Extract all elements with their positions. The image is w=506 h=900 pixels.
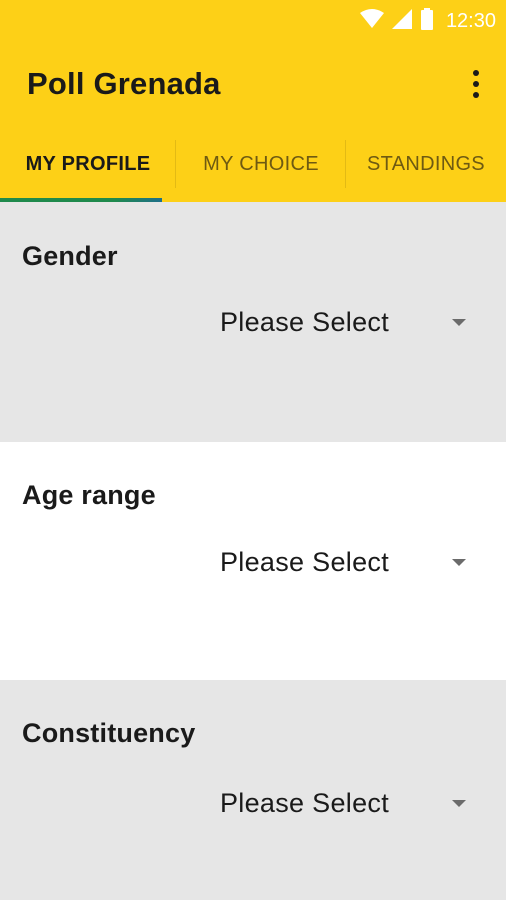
constituency-select[interactable]: Please Select bbox=[220, 781, 480, 825]
age-range-select-value: Please Select bbox=[220, 546, 389, 577]
age-range-section: Age range Please Select bbox=[0, 442, 506, 680]
constituency-section: Constituency Please Select bbox=[0, 680, 506, 900]
app-bar: Poll Grenada bbox=[0, 42, 506, 126]
more-vertical-icon[interactable] bbox=[464, 64, 488, 104]
cell-signal-icon bbox=[391, 8, 412, 34]
gender-section: Gender Please Select bbox=[0, 202, 506, 442]
constituency-label: Constituency bbox=[22, 718, 196, 748]
wifi-icon bbox=[359, 8, 384, 34]
tab-label: MY CHOICE bbox=[203, 152, 319, 175]
status-icons: 12:30 bbox=[359, 7, 496, 35]
status-bar: 12:30 bbox=[0, 0, 506, 42]
age-range-label: Age range bbox=[22, 480, 156, 510]
app-title: Poll Grenada bbox=[27, 66, 221, 101]
gender-select-value: Please Select bbox=[220, 306, 389, 337]
tab-label: STANDINGS bbox=[367, 152, 485, 175]
age-range-select[interactable]: Please Select bbox=[220, 540, 480, 584]
constituency-select-value: Please Select bbox=[220, 787, 389, 818]
gender-label: Gender bbox=[22, 241, 118, 271]
dropdown-arrow-icon bbox=[452, 318, 466, 326]
dropdown-arrow-icon bbox=[452, 558, 466, 566]
status-time: 12:30 bbox=[445, 9, 496, 32]
tab-label: MY PROFILE bbox=[25, 152, 151, 175]
battery-icon bbox=[420, 7, 434, 35]
dropdown-arrow-icon bbox=[452, 799, 466, 807]
gender-select[interactable]: Please Select bbox=[220, 300, 480, 344]
tab-standings[interactable]: STANDINGS bbox=[346, 126, 506, 202]
tab-my-profile[interactable]: MY PROFILE bbox=[0, 126, 176, 202]
tab-my-choice[interactable]: MY CHOICE bbox=[176, 126, 346, 202]
tab-bar: MY PROFILE MY CHOICE STANDINGS bbox=[0, 126, 506, 202]
